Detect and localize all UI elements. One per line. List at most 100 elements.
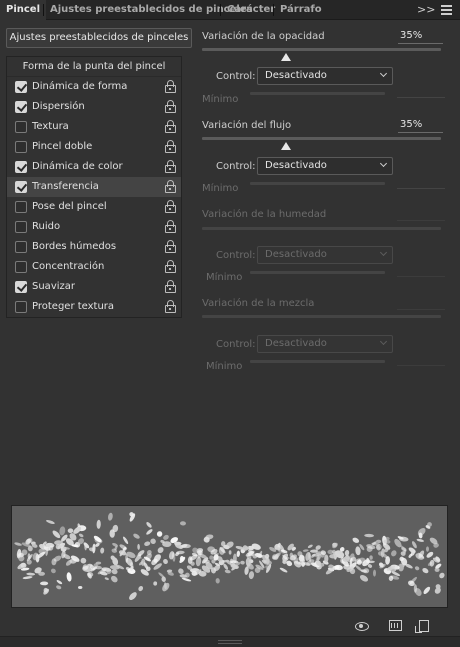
list-item-noise[interactable]: Ruido: [7, 217, 181, 237]
petal-mark: [111, 575, 118, 583]
petal-mark: [26, 559, 32, 565]
flow-minimum-slider[interactable]: [250, 182, 385, 185]
checkbox[interactable]: [15, 141, 27, 153]
create-new-brush-icon[interactable]: [415, 620, 429, 633]
tab-pincel[interactable]: Pincel: [0, 0, 47, 21]
lock-icon[interactable]: [165, 180, 176, 193]
list-item-label: Textura: [32, 121, 69, 132]
wetness-jitter-slider: [202, 227, 441, 230]
petal-mark: [439, 572, 445, 579]
petal-mark: [332, 542, 338, 549]
flow-minimum-input[interactable]: [397, 175, 445, 189]
list-item-build-up[interactable]: Concentración: [7, 257, 181, 277]
petal-mark: [14, 542, 22, 546]
list-item-brush-pose[interactable]: Pose del pincel: [7, 197, 181, 217]
hamburger-menu-icon[interactable]: [441, 5, 452, 15]
list-item-smoothing[interactable]: Suavizar: [7, 277, 181, 297]
chevron-down-icon: [379, 337, 388, 346]
brush-presets-button[interactable]: Ajustes preestablecidos de pinceles: [6, 28, 192, 48]
mix-jitter-label: Variación de la mezcla: [202, 298, 315, 309]
petal-mark: [224, 569, 231, 574]
list-item-shape-dynamics[interactable]: Dinámica de forma: [7, 77, 181, 97]
expand-panel-icon[interactable]: >>: [417, 3, 435, 16]
petal-mark: [96, 519, 101, 529]
brush-tip-shape-item[interactable]: Forma de la punta del pincel: [7, 57, 181, 77]
list-item-transfer[interactable]: Transferencia: [7, 177, 181, 197]
flow-jitter-slider[interactable]: [202, 137, 441, 140]
lock-icon[interactable]: [165, 120, 176, 133]
flow-jitter-slider-thumb[interactable]: [280, 142, 291, 150]
petal-mark: [324, 554, 329, 563]
lock-icon[interactable]: [165, 160, 176, 173]
mix-control-select: Desactivado: [257, 335, 393, 353]
list-item-label: Dinámica de color: [32, 161, 123, 172]
checkbox[interactable]: [15, 201, 27, 213]
list-item-label: Dispersión: [32, 101, 85, 112]
list-item-wet-edges[interactable]: Bordes húmedos: [7, 237, 181, 257]
lock-icon[interactable]: [165, 200, 176, 213]
list-item-protect-texture[interactable]: Proteger textura: [7, 297, 181, 317]
petal-mark: [100, 547, 105, 554]
petal-mark: [50, 568, 56, 574]
wetness-minimum-slider: [250, 271, 385, 274]
lock-icon[interactable]: [165, 280, 176, 293]
opacity-jitter-slider[interactable]: [202, 48, 441, 51]
lock-icon[interactable]: [165, 140, 176, 153]
checkbox[interactable]: [15, 221, 27, 233]
checkbox[interactable]: [15, 181, 27, 193]
mix-minimum-slider: [250, 360, 385, 363]
petal-mark: [178, 568, 184, 574]
list-item-color-dynamics[interactable]: Dinámica de color: [7, 157, 181, 177]
checkbox[interactable]: [15, 281, 27, 293]
petal-mark: [411, 541, 417, 549]
petal-mark: [129, 592, 137, 601]
petal-mark: [416, 538, 425, 542]
petal-mark: [22, 576, 33, 580]
lock-icon[interactable]: [165, 300, 176, 313]
tab-paragraph[interactable]: Párrafo: [274, 0, 328, 20]
petal-mark: [181, 577, 192, 582]
checkbox[interactable]: [15, 241, 27, 253]
checkbox[interactable]: [15, 301, 27, 313]
opacity-minimum-input[interactable]: [397, 84, 445, 98]
toggle-live-tip-preview-icon[interactable]: [354, 620, 370, 632]
opacity-jitter-input[interactable]: 35%: [398, 30, 443, 44]
petal-mark: [376, 539, 382, 544]
resize-grip-icon[interactable]: [218, 640, 242, 644]
list-item-texture[interactable]: Textura: [7, 117, 181, 137]
opacity-jitter-slider-thumb[interactable]: [280, 53, 291, 61]
petal-mark: [59, 526, 66, 536]
petal-mark: [150, 538, 156, 545]
petal-mark: [364, 533, 374, 538]
lock-icon[interactable]: [165, 100, 176, 113]
lock-icon[interactable]: [165, 220, 176, 233]
petal-mark: [163, 558, 168, 565]
lock-icon[interactable]: [165, 260, 176, 273]
opacity-minimum-slider[interactable]: [250, 92, 385, 95]
flow-minimum-label: Mínimo: [202, 183, 239, 194]
flow-jitter-input[interactable]: 35%: [398, 119, 443, 133]
mix-jitter-input: [397, 296, 445, 310]
brush-projection-icon[interactable]: [389, 620, 402, 631]
flow-control-value: Desactivado: [265, 160, 327, 171]
opacity-control-value: Desactivado: [265, 70, 327, 81]
list-item-dual-brush[interactable]: Pincel doble: [7, 137, 181, 157]
opacity-control-select[interactable]: Desactivado: [257, 67, 393, 85]
checkbox[interactable]: [15, 261, 27, 273]
list-item-label: Pincel doble: [32, 141, 93, 152]
flow-jitter-label: Variación del flujo: [202, 120, 292, 131]
list-item-scattering[interactable]: Dispersión: [7, 97, 181, 117]
list-item-label: Bordes húmedos: [32, 241, 117, 252]
petal-mark: [153, 581, 158, 586]
checkbox[interactable]: [15, 81, 27, 93]
petal-mark: [156, 531, 163, 537]
petal-mark: [158, 572, 165, 578]
lock-icon[interactable]: [165, 80, 176, 93]
petal-mark: [40, 581, 49, 586]
checkbox[interactable]: [15, 121, 27, 133]
petal-mark: [157, 547, 164, 554]
checkbox[interactable]: [15, 101, 27, 113]
lock-icon[interactable]: [165, 240, 176, 253]
checkbox[interactable]: [15, 161, 27, 173]
flow-control-select[interactable]: Desactivado: [257, 157, 393, 175]
